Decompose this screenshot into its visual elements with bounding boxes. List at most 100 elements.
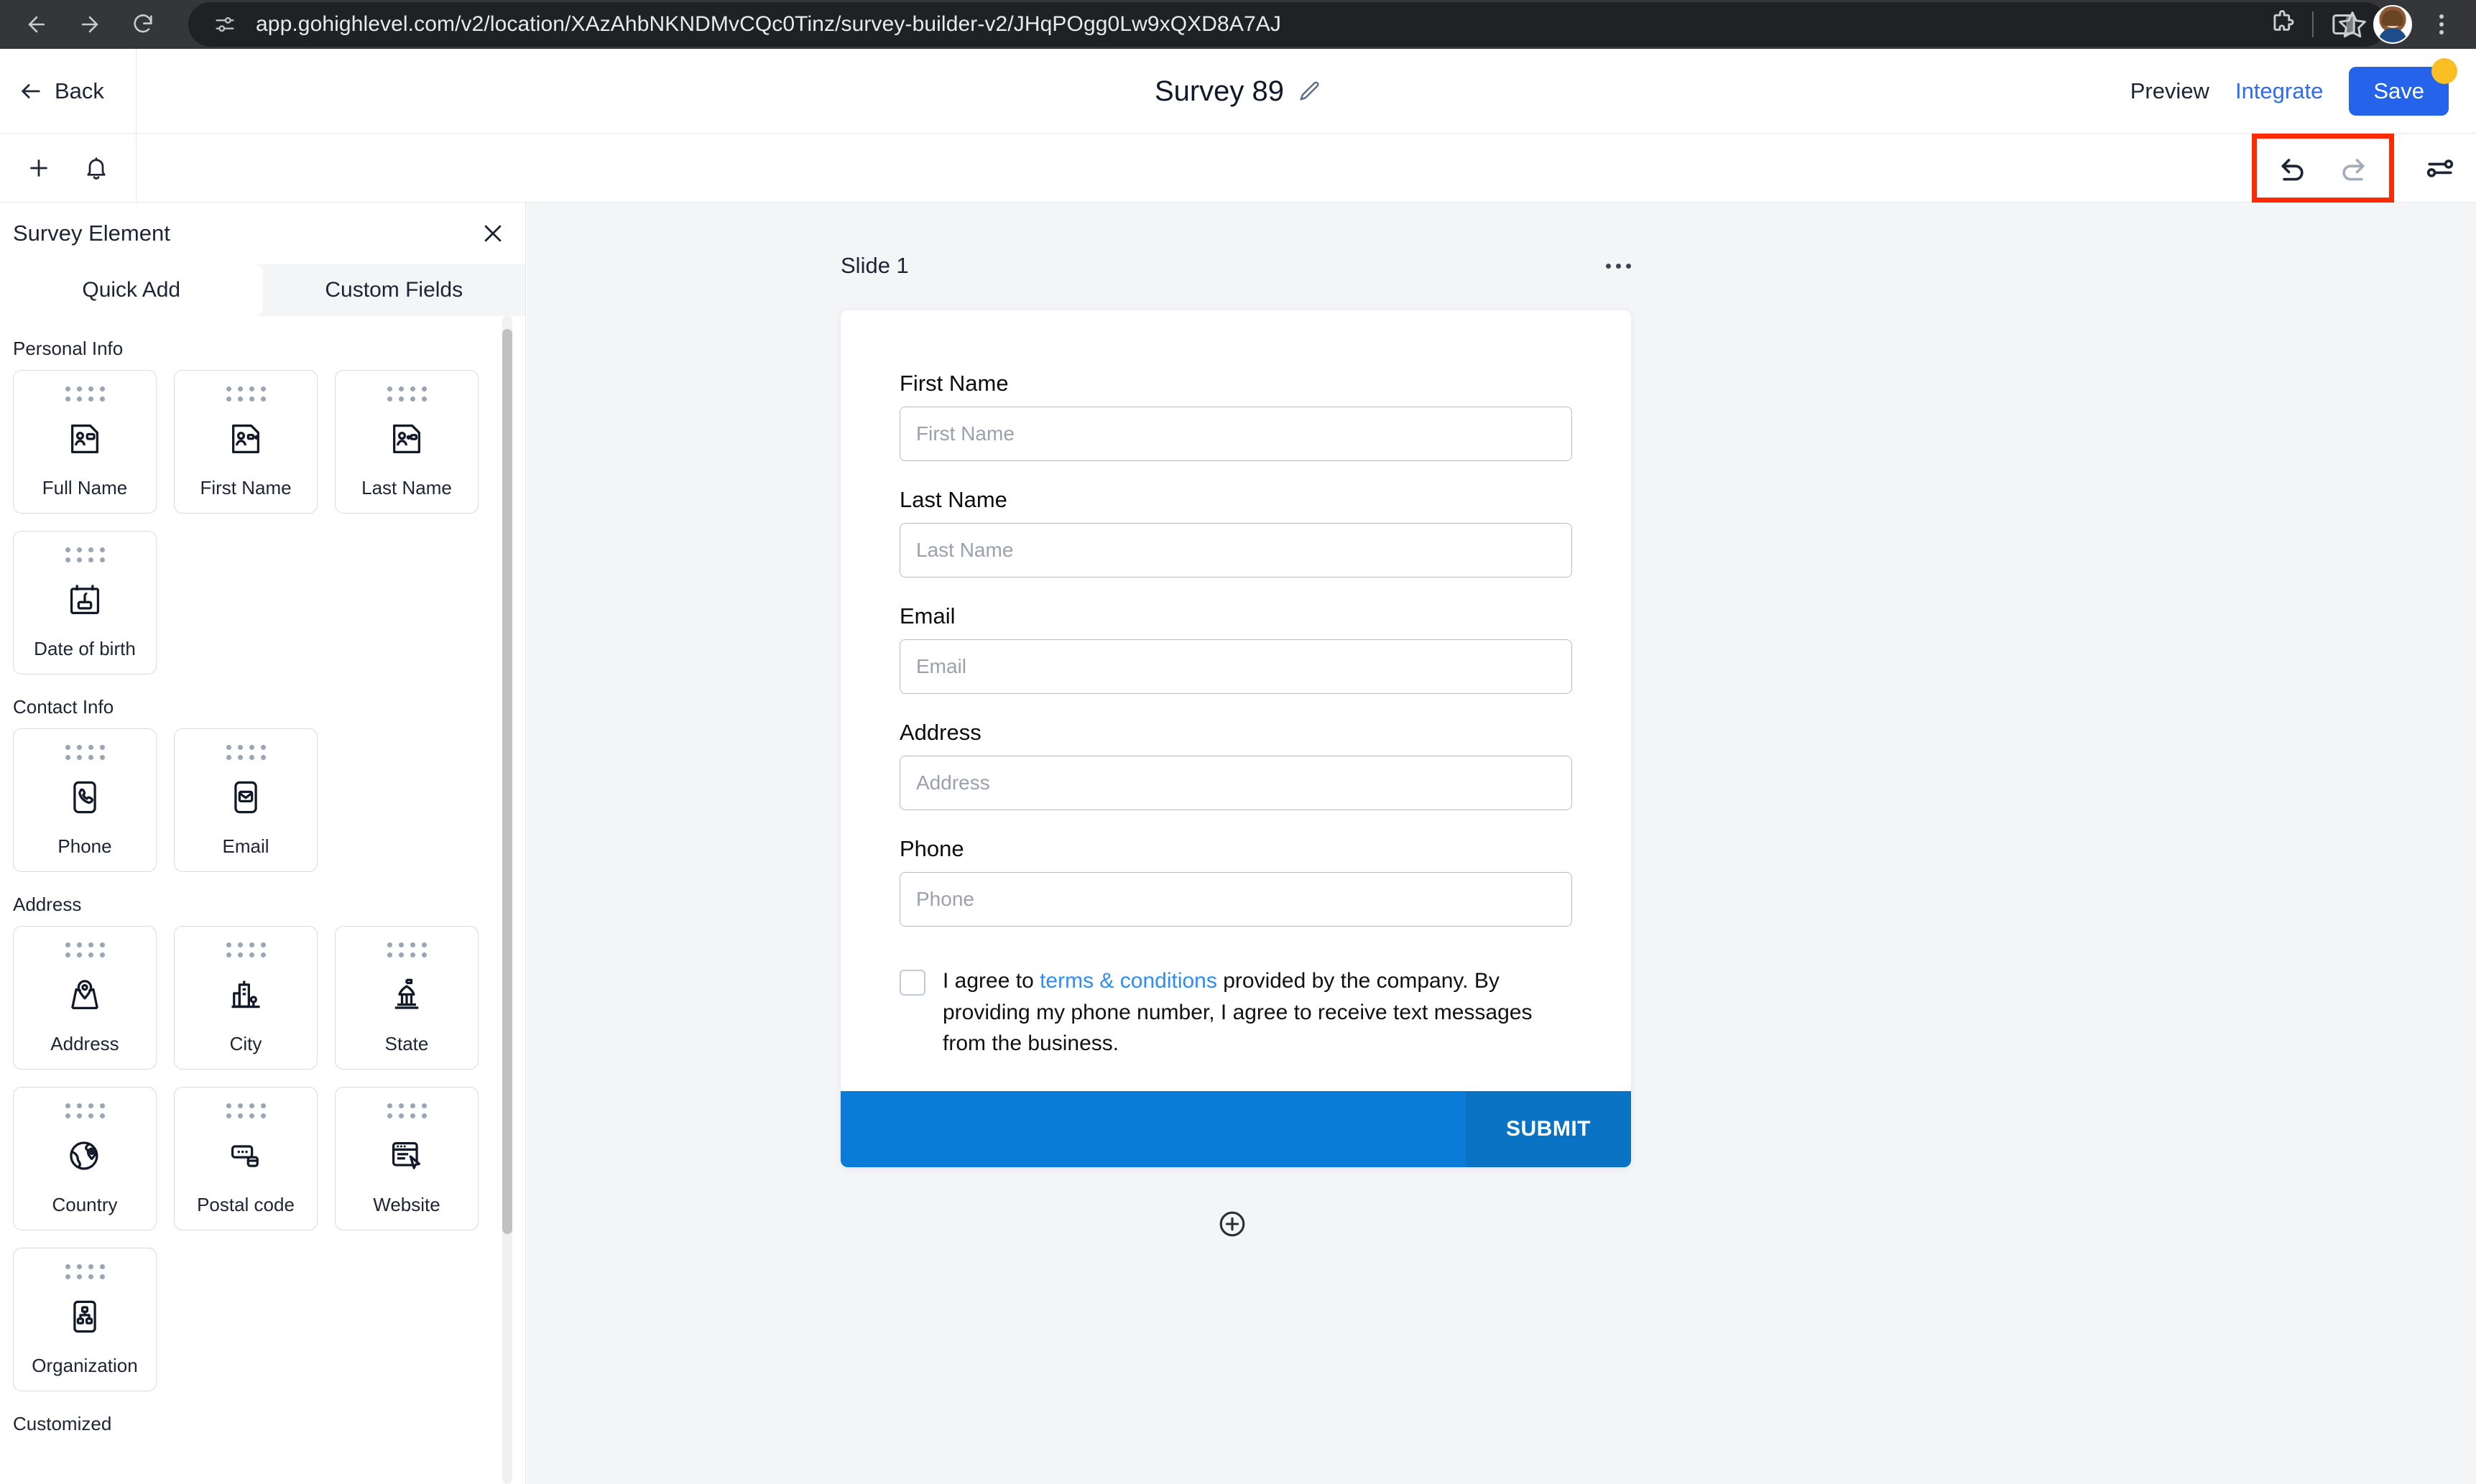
reload-icon[interactable] <box>116 0 170 49</box>
undo-icon[interactable] <box>2277 152 2309 184</box>
drag-handle-icon[interactable] <box>65 1103 105 1118</box>
drag-handle-icon[interactable] <box>226 386 266 402</box>
element-card-website[interactable]: Website <box>335 1087 479 1230</box>
consent-text-before: I agree to <box>943 969 1040 993</box>
plus-circle-icon[interactable] <box>1216 1208 1248 1240</box>
builder-toolbar <box>0 133 2476 203</box>
survey-element-panel: Survey Element Quick Add Custom Fields P… <box>0 203 526 1484</box>
contact-card-icon <box>66 420 103 458</box>
buildings-icon <box>227 976 264 1014</box>
preview-button[interactable]: Preview <box>2130 78 2209 104</box>
tab-quick-add-label: Quick Add <box>82 278 181 302</box>
url-text: app.gohighlevel.com/v2/location/XAzAhbNK… <box>256 12 1281 36</box>
org-chart-icon <box>66 1298 103 1335</box>
element-card-address[interactable]: Address <box>13 926 157 1070</box>
panel-title: Survey Element <box>13 221 170 246</box>
save-button[interactable]: Save <box>2349 58 2457 116</box>
drag-handle-icon[interactable] <box>65 386 105 402</box>
back-button[interactable]: Back <box>0 48 137 134</box>
ellipsis-icon[interactable] <box>1606 263 1631 269</box>
element-card-label: Email <box>222 835 269 857</box>
element-card-full-name[interactable]: Full Name <box>13 370 157 514</box>
terms-and-conditions-link[interactable]: terms & conditions <box>1040 969 1217 993</box>
redo-icon[interactable] <box>2337 152 2369 184</box>
browser-window-icon <box>388 1137 425 1174</box>
panel-scrollbar-thumb[interactable] <box>502 329 512 1234</box>
submit-button[interactable]: SUBMIT <box>1466 1090 1631 1167</box>
drag-handle-icon[interactable] <box>226 942 266 957</box>
form-field-address: Address <box>900 720 1572 810</box>
element-card-label: Country <box>52 1194 118 1215</box>
panel-scroll-area: Personal Info Full Name First Name Last … <box>0 316 525 1484</box>
email-input[interactable] <box>900 639 1572 694</box>
form-field-email: Email <box>900 603 1572 694</box>
bell-icon[interactable] <box>83 155 109 181</box>
element-card-country[interactable]: Country <box>13 1087 157 1230</box>
element-card-label: Last Name <box>361 477 452 498</box>
form-field-first-name: First Name <box>900 371 1572 461</box>
drag-handle-icon[interactable] <box>65 547 105 562</box>
integrate-button[interactable]: Integrate <box>2235 78 2323 104</box>
form-fields: First Name Last Name Email Address Phone <box>841 310 1631 1091</box>
last-name-input[interactable] <box>900 523 1572 578</box>
tab-custom-fields[interactable]: Custom Fields <box>263 264 526 316</box>
browser-right-icons <box>2258 0 2476 49</box>
close-icon[interactable] <box>481 221 505 246</box>
pencil-icon[interactable] <box>1297 79 1321 103</box>
element-card-label: Address <box>50 1033 119 1054</box>
element-card-phone[interactable]: Phone <box>13 728 157 872</box>
slide-header: Slide 1 <box>841 253 1631 279</box>
card-grid-contact-info: Phone Email <box>13 728 525 872</box>
site-settings-icon[interactable] <box>213 12 237 37</box>
puzzle-piece-icon[interactable] <box>2258 0 2306 49</box>
postal-code-icon <box>227 1137 264 1174</box>
page-title-group: Survey 89 <box>0 49 2476 134</box>
drag-handle-icon[interactable] <box>65 942 105 957</box>
drag-handle-icon[interactable] <box>65 745 105 760</box>
plus-icon[interactable] <box>26 155 52 181</box>
toolbar-right-actions <box>2252 134 2456 203</box>
element-card-label: Organization <box>32 1355 138 1376</box>
sliders-icon[interactable] <box>2424 152 2456 184</box>
field-label: Phone <box>900 836 964 861</box>
group-label-address: Address <box>13 894 82 915</box>
group-label-customized: Customized <box>13 1413 112 1434</box>
element-card-postal-code[interactable]: Postal code <box>174 1087 318 1230</box>
terms-checkbox[interactable] <box>900 970 925 996</box>
address-input[interactable] <box>900 756 1572 810</box>
first-name-input[interactable] <box>900 407 1572 461</box>
element-card-last-name[interactable]: Last Name <box>335 370 479 514</box>
element-card-state[interactable]: State <box>335 926 479 1070</box>
panel-header: Survey Element <box>0 203 525 264</box>
field-label: Email <box>900 603 956 629</box>
page-title: Survey 89 <box>1154 75 1285 107</box>
slide-title: Slide 1 <box>841 253 909 278</box>
element-card-first-name[interactable]: First Name <box>174 370 318 514</box>
kebab-menu-icon[interactable] <box>2417 0 2466 49</box>
tab-quick-add[interactable]: Quick Add <box>0 264 263 316</box>
drag-handle-icon[interactable] <box>387 1103 427 1118</box>
drag-handle-icon[interactable] <box>387 942 427 957</box>
card-grid-personal-info: Full Name First Name Last Name Date of b… <box>13 370 525 674</box>
drag-handle-icon[interactable] <box>226 745 266 760</box>
element-card-date-of-birth[interactable]: Date of birth <box>13 531 157 674</box>
side-panel-icon[interactable] <box>2319 0 2368 49</box>
card-grid-address: Address City State Country Postal code W… <box>13 926 525 1391</box>
element-card-organization[interactable]: Organization <box>13 1248 157 1391</box>
back-icon[interactable] <box>10 0 63 49</box>
field-label: First Name <box>900 371 1009 396</box>
profile-avatar[interactable] <box>2368 0 2417 49</box>
drag-handle-icon[interactable] <box>387 386 427 402</box>
field-label: Last Name <box>900 487 1007 512</box>
consent-row: I agree to terms & conditions provided b… <box>900 952 1572 1059</box>
element-card-label: City <box>229 1033 262 1054</box>
drag-handle-icon[interactable] <box>226 1103 266 1118</box>
forward-icon[interactable] <box>63 0 116 49</box>
drag-handle-icon[interactable] <box>65 1264 105 1279</box>
phone-input[interactable] <box>900 872 1572 927</box>
element-card-label: Website <box>373 1194 440 1215</box>
back-label: Back <box>55 78 104 103</box>
address-bar[interactable]: app.gohighlevel.com/v2/location/XAzAhbNK… <box>188 2 2387 47</box>
element-card-city[interactable]: City <box>174 926 318 1070</box>
element-card-email[interactable]: Email <box>174 728 318 872</box>
